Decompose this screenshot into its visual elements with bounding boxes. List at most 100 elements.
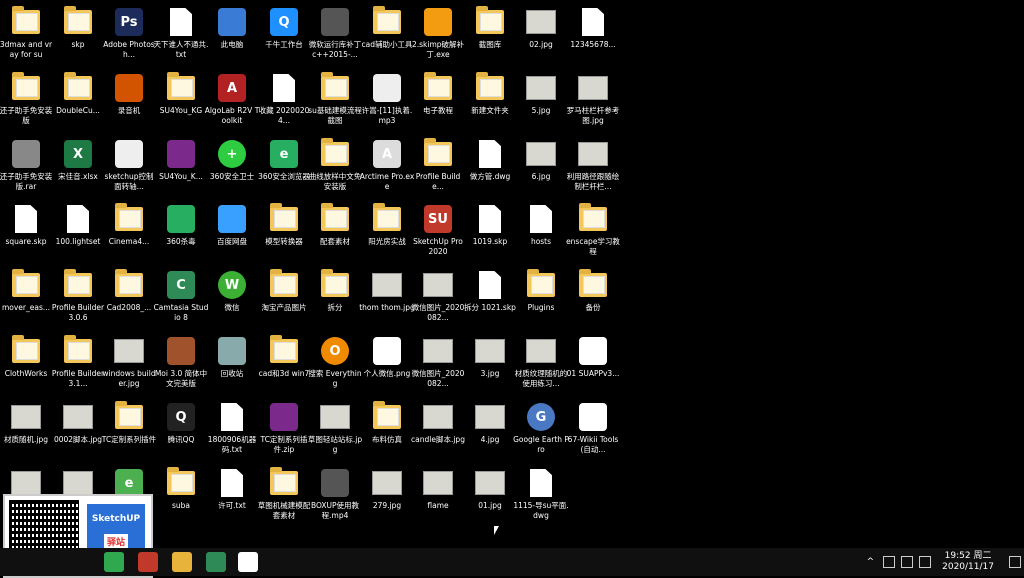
desktop-icon[interactable]: 还子助手免安装版.rar — [0, 134, 52, 198]
camtasia-recorder-icon[interactable] — [238, 552, 258, 572]
desktop-icon[interactable]: SU4You_KG — [155, 68, 207, 132]
desktop-icon[interactable]: 02.jpg — [515, 2, 567, 66]
desktop-icon[interactable]: hosts — [515, 199, 567, 263]
desktop-icon[interactable]: enscape学习教程 — [566, 199, 620, 263]
desktop-icon[interactable]: 3.jpg — [464, 331, 516, 395]
clock[interactable]: 19:52 周二 2020/11/17 — [942, 551, 994, 573]
desktop-icon[interactable]: 3dmax and vray for su — [0, 2, 52, 66]
360-browser-icon[interactable] — [104, 552, 124, 572]
desktop-icon[interactable]: 收藏 20200204... — [258, 68, 310, 132]
desktop-icon[interactable]: skp — [52, 2, 104, 66]
desktop-icon[interactable]: A Arctime Pro.exe — [360, 134, 414, 198]
desktop-icon[interactable]: 1019.skp — [464, 199, 516, 263]
desktop-icon[interactable]: TC定制系列插件 — [102, 397, 156, 461]
desktop-icon[interactable]: 配套素材 — [309, 199, 361, 263]
desktop-icon[interactable]: Profile Builde... — [412, 134, 464, 198]
desktop-icon[interactable]: Profile Builder 3.1... — [52, 331, 104, 395]
desktop-icon[interactable]: 360杀毒 — [155, 199, 207, 263]
desktop-icon[interactable]: 拆分 1021.skp — [464, 265, 516, 329]
desktop-icon[interactable]: 1800906机器码.txt — [206, 397, 258, 461]
desktop-icon[interactable]: Plugins — [515, 265, 567, 329]
desktop-icon[interactable]: 罗马柱栏杆参考图.jpg — [567, 68, 619, 132]
desktop-icon[interactable]: 279.jpg — [361, 463, 413, 527]
desktop-icon[interactable]: e 360安全浏览器 — [258, 134, 310, 198]
chevron-up-icon[interactable]: ^ — [867, 557, 875, 567]
desktop-icon[interactable]: 此电脑 — [206, 2, 258, 66]
desktop-icon[interactable]: Moi 3.0 简体中文完美版 — [155, 331, 207, 395]
desktop-icon[interactable]: 67-Wikii Tools(自动... — [567, 397, 619, 461]
desktop-icon[interactable]: SU4You_K... — [155, 134, 207, 198]
desktop-icon[interactable]: cad辅助小工具 — [361, 2, 413, 66]
desktop-icon[interactable]: suba — [155, 463, 207, 527]
desktop-icon[interactable]: 01.jpg — [464, 463, 516, 527]
desktop-icon[interactable]: su基础建模流程截图 — [308, 68, 362, 132]
desktop-icon[interactable]: 还子助手免安装版 — [0, 68, 52, 132]
desktop-icon[interactable]: 4.jpg — [464, 397, 516, 461]
tray-app-icon[interactable] — [883, 556, 896, 568]
desktop-icon[interactable]: Profile Builder 3.0.6 — [52, 265, 104, 329]
desktop-icon[interactable]: thom thom.jpg — [359, 265, 415, 329]
desktop-icon[interactable]: 微软运行库补丁c++2015-... — [309, 2, 361, 66]
desktop-icon[interactable]: 截图库 — [464, 2, 516, 66]
desktop-icon[interactable]: G Google Earth Pro — [513, 397, 569, 461]
desktop-icon[interactable]: candle脚本.jpg — [411, 397, 465, 461]
desktop-icon[interactable]: Q 千牛工作台 — [258, 2, 310, 66]
volume-icon[interactable] — [919, 556, 932, 568]
desktop-icon[interactable]: 6.jpg — [515, 134, 567, 198]
desktop-icon[interactable]: 1115-导su平面.dwg — [513, 463, 569, 527]
desktop-icon[interactable]: A AlgoLab R2V Toolkit — [205, 68, 259, 132]
desktop-icon[interactable]: sketchup控制面转轴... — [103, 134, 155, 198]
desktop-icon[interactable]: 电子教程 — [412, 68, 464, 132]
desktop-icon[interactable]: windows builder.jpg — [102, 331, 156, 395]
desktop-icon[interactable]: 许嵩-[11]执着.mp3 — [361, 68, 413, 132]
desktop-icon[interactable]: X 宋佳音.xlsx — [52, 134, 104, 198]
desktop-icon[interactable]: 材质纹理随机的使用练习... — [515, 331, 567, 395]
desktop-icon[interactable]: 回收站 — [206, 331, 258, 395]
taobao-icon[interactable] — [138, 552, 158, 572]
desktop-icon[interactable]: 百度网盘 — [206, 199, 258, 263]
desktop-icon[interactable]: Cad2008_... — [103, 265, 155, 329]
desktop-icon[interactable]: SU SketchUp Pro 2020 — [412, 199, 464, 263]
desktop-icon[interactable]: BOXUP使用教程.mp4 — [309, 463, 361, 527]
desktop-icon[interactable]: 曲线放样中文免安装版 — [309, 134, 361, 198]
desktop-icon[interactable]: 草图机械建模配套素材 — [258, 463, 310, 527]
desktop-icon[interactable]: 新建文件夹 — [464, 68, 516, 132]
desktop-icon[interactable]: flame — [412, 463, 464, 527]
desktop-icon[interactable]: +360安全卫士 — [206, 134, 258, 198]
desktop-icon[interactable]: Q 腾讯QQ — [155, 397, 207, 461]
desktop-icon[interactable]: square.skp — [0, 199, 52, 263]
desktop-icon[interactable]: 备份 — [567, 265, 619, 329]
desktop-icon[interactable]: DoubleCu... — [52, 68, 104, 132]
desktop-icon[interactable]: 利用路径跟随绘制栏杆栏... — [567, 134, 619, 198]
desktop-icon[interactable]: 草图轻站站标.jpg — [308, 397, 362, 461]
desktop-icon[interactable]: 5.jpg — [515, 68, 567, 132]
notifications-icon[interactable] — [1009, 556, 1021, 568]
desktop-icon[interactable]: 模型转换器 — [258, 199, 310, 263]
desktop-icon[interactable]: 2.skimp破解补丁.exe — [412, 2, 464, 66]
desktop-icon[interactable]: ClothWorks — [0, 331, 52, 395]
desktop-icon[interactable]: cad和3d win7 — [258, 331, 310, 395]
desktop-icon[interactable]: 拆分 — [309, 265, 361, 329]
desktop-icon[interactable]: 微信图片_2020082... — [412, 331, 464, 395]
network-icon[interactable] — [901, 556, 914, 568]
file-explorer-icon[interactable] — [172, 552, 192, 572]
desktop-icon[interactable]: O 搜索 Everything — [308, 331, 362, 395]
desktop-icon[interactable]: 淘宝产品图片 — [258, 265, 310, 329]
desktop-icon[interactable]: 12345678... — [567, 2, 619, 66]
desktop-icon[interactable]: W 微信 — [206, 265, 258, 329]
desktop-icon[interactable]: C Camtasia Studio 8 — [154, 265, 208, 329]
desktop-icon[interactable]: 做方管.dwg — [464, 134, 516, 198]
desktop-icon[interactable]: Ps Adobe Photosh... — [103, 2, 155, 66]
desktop-icon[interactable]: Cinema4... — [103, 199, 155, 263]
desktop-icon[interactable]: TC定制系列插件.zip — [258, 397, 310, 461]
desktop-icon[interactable]: 天下谁人不通共.txt — [154, 2, 208, 66]
desktop-icon[interactable]: 个人微信.png — [361, 331, 413, 395]
desktop-icon[interactable]: 材质随机.jpg — [0, 397, 52, 461]
desktop-icon[interactable]: 布料仿真 — [361, 397, 413, 461]
desktop-icon[interactable]: mover_eas... — [0, 265, 52, 329]
desktop-icon[interactable]: 01 SUAPPv3... — [567, 331, 619, 395]
desktop-icon[interactable]: 100.lightset — [52, 199, 104, 263]
desktop-icon[interactable]: 微信图片_2020082... — [412, 265, 464, 329]
desktop-icon[interactable]: 0002脚本.jpg — [52, 397, 104, 461]
camtasia-icon[interactable] — [206, 552, 226, 572]
